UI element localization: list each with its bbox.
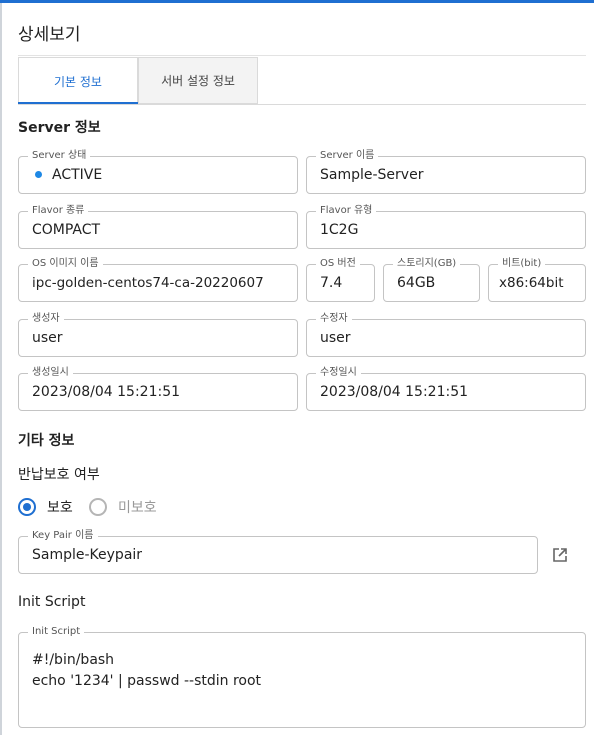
- flavor-kind-value: COMPACT: [32, 222, 101, 238]
- top-accent-bar: [0, 0, 594, 3]
- protection-label: 반납보호 여부: [18, 467, 100, 483]
- radio-protected[interactable]: 보호: [18, 496, 73, 518]
- creator-value: user: [32, 330, 63, 346]
- modifier-field: 수정자 user: [306, 313, 586, 357]
- init-script-line: #!/bin/bash: [32, 652, 115, 668]
- flavor-kind-field: Flavor 종류 COMPACT: [18, 205, 298, 249]
- title-divider: [18, 55, 586, 56]
- server-status-field: Server 상태 ACTIVE: [18, 150, 298, 194]
- storage-field: 스토리지(GB) 64GB: [383, 258, 480, 302]
- external-link-icon[interactable]: [550, 545, 570, 565]
- os-image-field: OS 이미지 이름 ipc-golden-centos74-ca-2022060…: [18, 258, 298, 302]
- keypair-field: Key Pair 이름 Sample-Keypair: [18, 530, 538, 574]
- keypair-value: Sample-Keypair: [32, 547, 143, 563]
- created-at-value: 2023/08/04 15:21:51: [32, 384, 181, 400]
- init-script-line: echo '1234' | passwd --stdin root: [32, 673, 262, 689]
- creator-field: 생성자 user: [18, 313, 298, 357]
- tab-basic-info[interactable]: 기본 정보: [18, 57, 138, 104]
- page-title: 상세보기: [18, 25, 81, 45]
- other-section-title: 기타 정보: [18, 433, 75, 449]
- created-at-field: 생성일시 2023/08/04 15:21:51: [18, 367, 298, 411]
- tab-server-settings[interactable]: 서버 설정 정보: [138, 57, 258, 104]
- radio-unchecked-icon[interactable]: [89, 498, 107, 516]
- tabs-divider: [18, 104, 586, 105]
- server-status-text: ACTIVE: [52, 167, 103, 183]
- init-script-heading: Init Script: [18, 594, 86, 610]
- os-image-value: ipc-golden-centos74-ca-20220607: [32, 275, 264, 291]
- modifier-value: user: [320, 330, 351, 346]
- server-name-field: Server 이름 Sample-Server: [306, 150, 586, 194]
- panel-left-edge: [0, 3, 2, 735]
- init-script-label: Init Script: [28, 626, 85, 638]
- flavor-type-value: 1C2G: [320, 222, 359, 238]
- server-name-value: Sample-Server: [320, 167, 424, 183]
- modified-at-field: 수정일시 2023/08/04 15:21:51: [306, 367, 586, 411]
- radio-checked-icon[interactable]: [18, 498, 36, 516]
- bit-value: x86:64bit: [499, 275, 564, 291]
- os-version-field: OS 버전 7.4: [306, 258, 375, 302]
- os-version-value: 7.4: [320, 275, 343, 291]
- modified-at-value: 2023/08/04 15:21:51: [320, 384, 469, 400]
- server-status-value: ACTIVE: [32, 157, 102, 193]
- radio-protected-label: 보호: [47, 500, 73, 516]
- storage-value: 64GB: [397, 275, 436, 291]
- bit-field: 비트(bit) x86:64bit: [488, 258, 586, 302]
- radio-unprotected[interactable]: 미보호: [89, 496, 157, 518]
- radio-unprotected-label: 미보호: [118, 500, 157, 516]
- flavor-type-field: Flavor 유형 1C2G: [306, 205, 586, 249]
- status-dot-icon: [35, 170, 42, 178]
- server-section-title: Server 정보: [18, 120, 101, 136]
- init-script-textarea[interactable]: Init Script #!/bin/bash echo '1234' | pa…: [18, 626, 586, 728]
